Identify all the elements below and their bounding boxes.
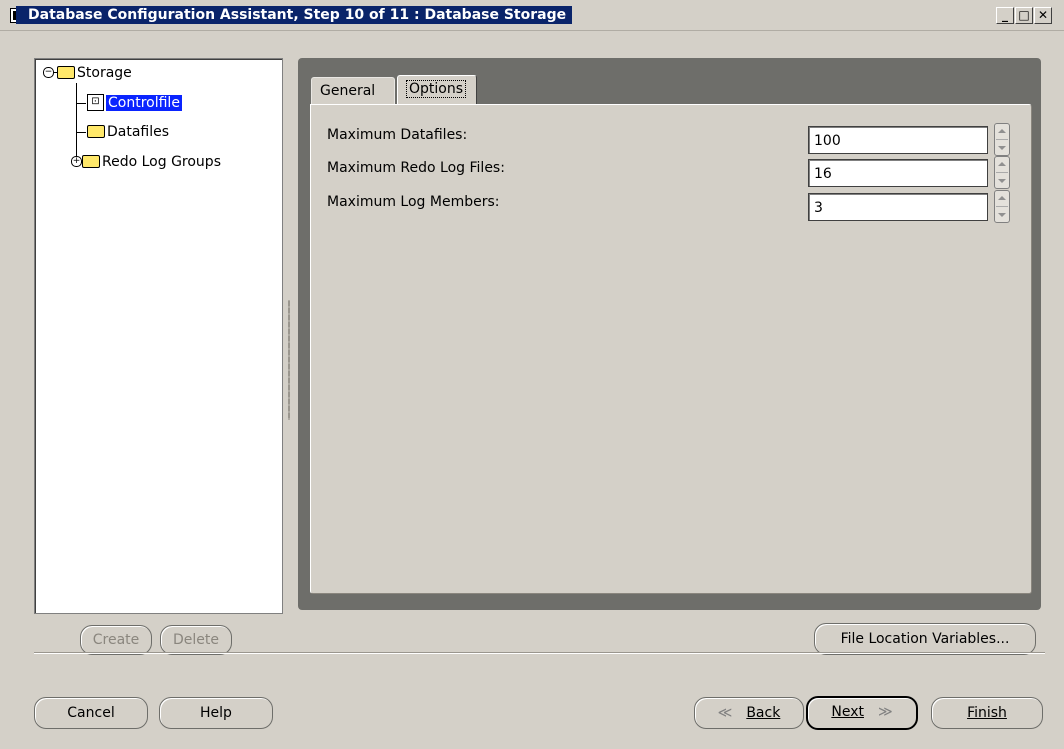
minimize-button[interactable]: _: [996, 7, 1014, 24]
storage-tree[interactable]: − Storage ⊡ Controlfile Datafiles + Redo Lo…: [34, 58, 283, 614]
max-redo-log-files-input[interactable]: 16: [808, 159, 988, 187]
finish-button[interactable]: Finish: [931, 697, 1043, 729]
tree-node-storage[interactable]: − Storage: [43, 62, 132, 84]
max-redo-log-files-label: Maximum Redo Log Files:: [327, 160, 505, 176]
maximize-button[interactable]: □: [1015, 7, 1033, 24]
file-location-variables-button[interactable]: File Location Variables...: [814, 623, 1036, 655]
help-button[interactable]: Help: [159, 697, 273, 729]
tree-node-label: Datafiles: [107, 124, 170, 140]
max-log-members-label: Maximum Log Members:: [327, 194, 500, 210]
max-datafiles-label: Maximum Datafiles:: [327, 127, 468, 143]
spin-up-icon[interactable]: [998, 196, 1006, 200]
back-button[interactable]: ≪ Back: [694, 697, 804, 729]
delete-button[interactable]: Delete: [160, 625, 232, 655]
spin-down-icon[interactable]: [998, 179, 1006, 183]
back-button-label: Back: [746, 705, 781, 721]
finish-button-label: Finish: [967, 705, 1007, 721]
tree-connector: [76, 103, 86, 104]
window-title: Database Configuration Assistant, Step 1…: [16, 6, 573, 24]
tree-node-redo-log-groups[interactable]: + Redo Log Groups: [71, 151, 221, 173]
tree-node-controlfile[interactable]: ⊡ Controlfile: [87, 92, 182, 114]
controlfile-icon: ⊡: [87, 93, 104, 111]
next-arrow-icon: ≫: [877, 704, 893, 720]
tree-node-label: Redo Log Groups: [102, 154, 221, 170]
max-log-members-input[interactable]: 3: [808, 193, 988, 221]
folder-icon: [82, 154, 100, 168]
folder-icon: [87, 124, 105, 138]
max-redo-log-files-spinner[interactable]: [994, 156, 1010, 189]
spin-down-icon[interactable]: [998, 146, 1006, 150]
tab-general[interactable]: General: [311, 77, 395, 104]
back-arrow-icon: ≪: [717, 705, 733, 721]
tree-node-label: Controlfile: [106, 95, 182, 111]
footer-separator: [34, 652, 1045, 654]
close-button[interactable]: ✕: [1034, 7, 1052, 24]
spin-up-icon[interactable]: [998, 162, 1006, 166]
next-button-label: Next: [831, 704, 864, 720]
spin-down-icon[interactable]: [998, 213, 1006, 217]
splitter-handle[interactable]: [288, 300, 290, 420]
expand-icon[interactable]: +: [71, 155, 82, 167]
tab-label: Options: [406, 80, 467, 98]
max-datafiles-spinner[interactable]: [994, 123, 1010, 156]
next-button[interactable]: Next ≫: [806, 696, 918, 730]
max-datafiles-input[interactable]: 100: [808, 126, 988, 154]
max-log-members-spinner[interactable]: [994, 190, 1010, 223]
tree-node-label: Storage: [77, 65, 132, 81]
spin-up-icon[interactable]: [998, 129, 1006, 133]
tree-connector: [76, 132, 86, 133]
tab-options[interactable]: Options: [397, 75, 477, 104]
cancel-button[interactable]: Cancel: [34, 697, 148, 729]
folder-open-icon: [57, 65, 75, 79]
tab-label: General: [320, 83, 376, 99]
title-bar: Database Configuration Assistant, Step 1…: [0, 0, 1064, 31]
tree-node-datafiles[interactable]: Datafiles: [87, 121, 169, 143]
create-button[interactable]: Create: [80, 625, 152, 655]
collapse-icon[interactable]: −: [43, 66, 54, 78]
